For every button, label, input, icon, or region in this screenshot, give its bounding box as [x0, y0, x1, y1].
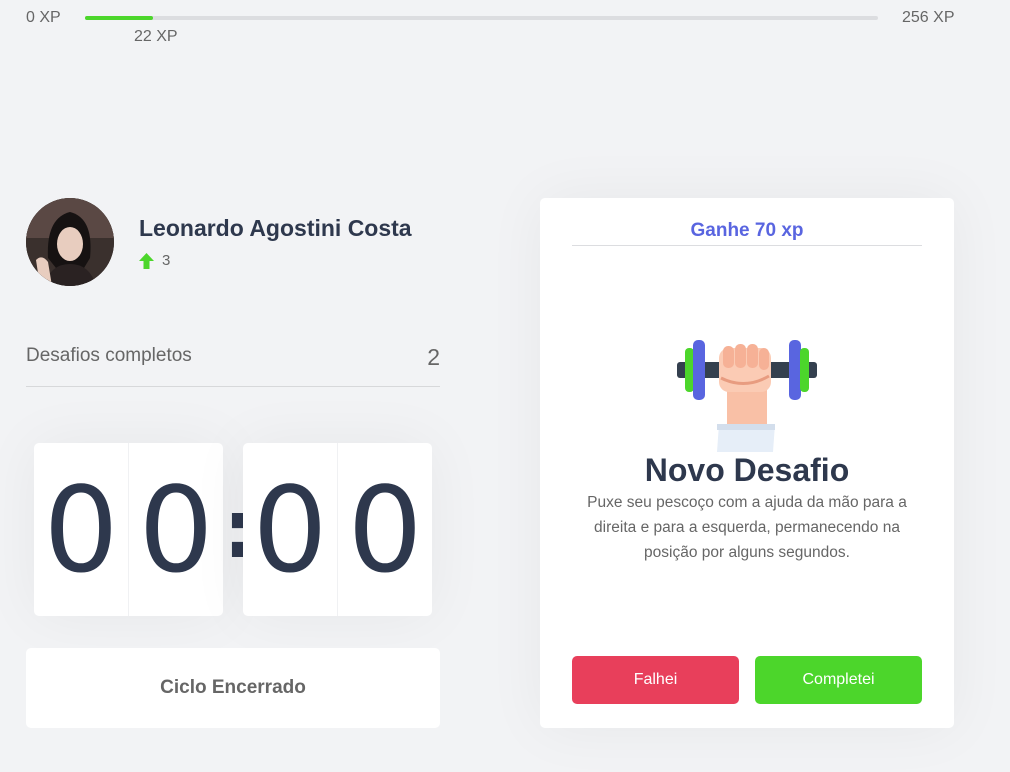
- second-digit-left: 0: [243, 443, 338, 616]
- minute-digit-right: 0: [138, 460, 214, 599]
- countdown-separator: :: [223, 483, 255, 576]
- minute-digit-left: 0: [34, 443, 129, 616]
- level-up-arrow-icon: [139, 252, 154, 269]
- profile-level-value: 3: [162, 252, 171, 269]
- challenge-description: Puxe seu pescoço com a ajuda da mão para…: [587, 494, 907, 561]
- completed-challenges: Desafios completos 2: [26, 340, 440, 387]
- xp-progress-bar: [85, 16, 878, 20]
- xp-min-label: 0 XP: [26, 9, 61, 26]
- challenge-card: Ganhe 70 xp Novo Desafio Puxe seu pescoç…: [540, 198, 954, 728]
- countdown-minutes: 0 0: [34, 443, 223, 616]
- xp-current-label: 22 XP: [134, 28, 178, 45]
- dumbbell-icon: [675, 338, 819, 452]
- countdown-seconds: 0 0: [243, 443, 432, 616]
- avatar: [26, 198, 114, 286]
- challenge-title: Novo Desafio: [644, 452, 850, 488]
- complete-button[interactable]: Completei: [755, 656, 922, 704]
- second-digit-right: 0: [347, 460, 423, 599]
- profile-info: Leonardo Agostini Costa 3: [139, 215, 412, 269]
- profile-level: 3: [139, 252, 412, 269]
- profile: Leonardo Agostini Costa 3: [26, 198, 412, 286]
- countdown: 0 0 : 0 0: [34, 443, 432, 616]
- fail-button[interactable]: Falhei: [572, 656, 739, 704]
- completed-challenges-value: 2: [427, 344, 440, 370]
- xp-progress-fill: [85, 16, 154, 20]
- profile-name: Leonardo Agostini Costa: [139, 215, 412, 241]
- xp-max-label: 256 XP: [902, 9, 955, 26]
- challenge-xp-header: Ganhe 70 xp: [572, 220, 922, 246]
- completed-challenges-label: Desafios completos: [26, 345, 192, 366]
- cycle-ended-button[interactable]: Ciclo Encerrado: [26, 648, 440, 728]
